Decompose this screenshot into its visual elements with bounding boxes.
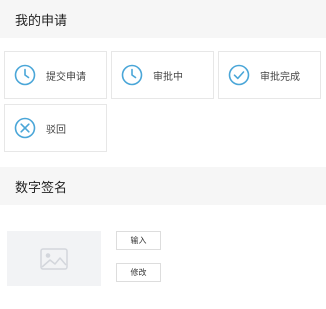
- digital-signature-title: 数字签名: [15, 180, 68, 196]
- tile-submit-application[interactable]: 提交申请: [4, 51, 107, 99]
- tile-rejected[interactable]: 驳回: [4, 104, 107, 152]
- tile-under-review[interactable]: 审批中: [111, 51, 214, 99]
- signature-edit-label: 修改: [130, 268, 147, 277]
- signature-input-button[interactable]: 输入: [116, 231, 161, 250]
- signature-image-placeholder: [7, 231, 101, 286]
- tile-label: 驳回: [46, 124, 66, 136]
- x-circle-icon: [14, 117, 36, 139]
- tile-label: 审批中: [153, 71, 183, 83]
- digital-signature-header: 数字签名: [0, 167, 326, 205]
- clock-icon: [14, 64, 36, 86]
- image-placeholder-icon: [40, 247, 68, 270]
- check-circle-icon: [228, 64, 250, 86]
- my-applications-title: 我的申请: [15, 13, 68, 29]
- tile-review-complete[interactable]: 审批完成: [218, 51, 321, 99]
- signature-edit-button[interactable]: 修改: [116, 263, 161, 282]
- clock-icon: [121, 64, 143, 86]
- signature-input-label: 输入: [130, 236, 147, 245]
- tile-label: 审批完成: [260, 71, 300, 83]
- tile-label: 提交申请: [46, 71, 86, 83]
- my-applications-header: 我的申请: [0, 0, 326, 38]
